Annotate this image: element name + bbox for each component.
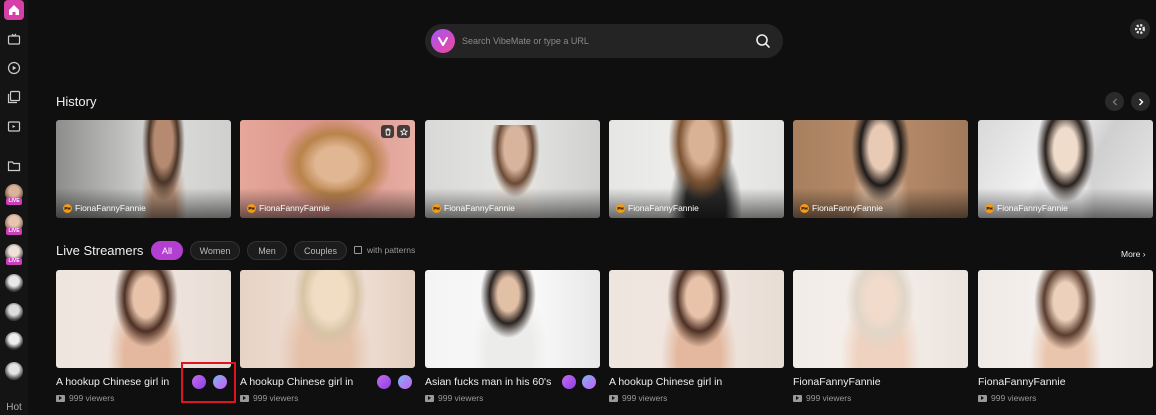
folder-icon[interactable] xyxy=(4,156,24,176)
chevron-left-icon xyxy=(1112,98,1117,105)
next-button[interactable] xyxy=(1131,92,1150,111)
stream-card[interactable] xyxy=(56,270,231,368)
toy-icon[interactable] xyxy=(398,375,412,389)
video-icon xyxy=(793,394,802,402)
viewer-count: 999 viewers xyxy=(438,393,484,403)
viewer-count: 999 viewers xyxy=(806,393,852,403)
history-card[interactable]: PH FionaFannyFannie xyxy=(978,120,1153,218)
star-icon xyxy=(399,127,408,136)
avatar[interactable] xyxy=(5,362,23,380)
play-circle-icon[interactable] xyxy=(4,58,24,78)
home-icon[interactable] xyxy=(4,0,24,20)
avatar[interactable] xyxy=(5,332,23,350)
stream-card[interactable] xyxy=(425,270,600,368)
favorite-button[interactable] xyxy=(397,125,410,138)
live-badge: LIVE xyxy=(6,198,22,205)
stream-title[interactable]: FionaFannyFannie xyxy=(978,376,1066,388)
channel-icon[interactable] xyxy=(4,116,24,136)
history-card[interactable]: PH FionaFannyFannie xyxy=(56,120,231,218)
video-icon xyxy=(240,394,249,402)
live-badge: LIVE xyxy=(6,258,22,265)
with-patterns-label: with patterns xyxy=(367,245,416,255)
history-card[interactable]: PH FionaFannyFannie xyxy=(425,120,600,218)
history-title: History xyxy=(56,94,97,109)
stream-card[interactable] xyxy=(240,270,415,368)
with-patterns-checkbox[interactable] xyxy=(354,246,362,254)
live-tv-icon[interactable] xyxy=(4,29,24,49)
sidebar: LIVE LIVE LIVE Hot xyxy=(0,0,28,415)
stream-title[interactable]: A hookup Chinese girl in xyxy=(609,376,722,388)
video-icon xyxy=(56,394,65,402)
creator-name: FionaFannyFannie xyxy=(259,203,330,213)
pattern-icon[interactable] xyxy=(377,375,391,389)
ph-badge: PH xyxy=(63,203,72,213)
video-icon xyxy=(978,394,987,402)
hot-label: Hot xyxy=(6,402,22,413)
creator-name: FionaFannyFannie xyxy=(812,203,883,213)
history-card[interactable]: PH FionaFannyFannie xyxy=(609,120,784,218)
history-card[interactable]: PH FionaFannyFannie xyxy=(240,120,415,218)
more-link[interactable]: More › xyxy=(1121,249,1146,259)
chevron-right-icon xyxy=(1138,98,1143,105)
delete-button[interactable] xyxy=(381,125,394,138)
search-input[interactable] xyxy=(462,36,742,46)
highlight-box xyxy=(181,362,236,403)
ph-badge: PH xyxy=(800,203,809,213)
stream-title[interactable]: FionaFannyFannie xyxy=(793,376,881,388)
video-icon xyxy=(609,394,618,402)
history-card[interactable]: PH FionaFannyFannie xyxy=(793,120,968,218)
ph-badge: PH xyxy=(985,203,994,213)
filter-women[interactable]: Women xyxy=(190,241,240,260)
prev-button[interactable] xyxy=(1105,92,1124,111)
gear-icon[interactable] xyxy=(1130,19,1150,39)
viewer-count: 999 viewers xyxy=(991,393,1037,403)
filter-men[interactable]: Men xyxy=(247,241,287,260)
filter-all[interactable]: All xyxy=(151,241,183,260)
ph-badge: PH xyxy=(247,203,256,213)
stream-card[interactable] xyxy=(978,270,1153,368)
trash-icon xyxy=(385,128,390,135)
creator-name: FionaFannyFannie xyxy=(75,203,146,213)
stream-title[interactable]: Asian fucks man in his 60's xyxy=(425,376,551,388)
stream-card[interactable] xyxy=(609,270,784,368)
live-streamers-title: Live Streamers xyxy=(56,243,144,258)
stream-title[interactable]: A hookup Chinese girl in xyxy=(240,376,353,388)
live-badge: LIVE xyxy=(6,228,22,235)
toy-icon[interactable] xyxy=(582,375,596,389)
search-bar[interactable] xyxy=(425,24,783,58)
vibemate-logo-icon xyxy=(431,29,455,53)
filter-couples[interactable]: Couples xyxy=(294,241,347,260)
creator-name: FionaFannyFannie xyxy=(997,203,1068,213)
stream-card[interactable] xyxy=(793,270,968,368)
avatar[interactable] xyxy=(5,303,23,321)
video-icon xyxy=(425,394,434,402)
ph-badge: PH xyxy=(432,203,441,213)
pattern-icon[interactable] xyxy=(562,375,576,389)
avatar[interactable] xyxy=(5,274,23,292)
creator-name: FionaFannyFannie xyxy=(628,203,699,213)
viewer-count: 999 viewers xyxy=(253,393,299,403)
playlist-icon[interactable] xyxy=(4,87,24,107)
search-icon[interactable] xyxy=(755,33,771,49)
creator-name: FionaFannyFannie xyxy=(444,203,515,213)
viewer-count: 999 viewers xyxy=(69,393,115,403)
stream-title[interactable]: A hookup Chinese girl in xyxy=(56,376,169,388)
viewer-count: 999 viewers xyxy=(622,393,668,403)
ph-badge: PH xyxy=(616,203,625,213)
